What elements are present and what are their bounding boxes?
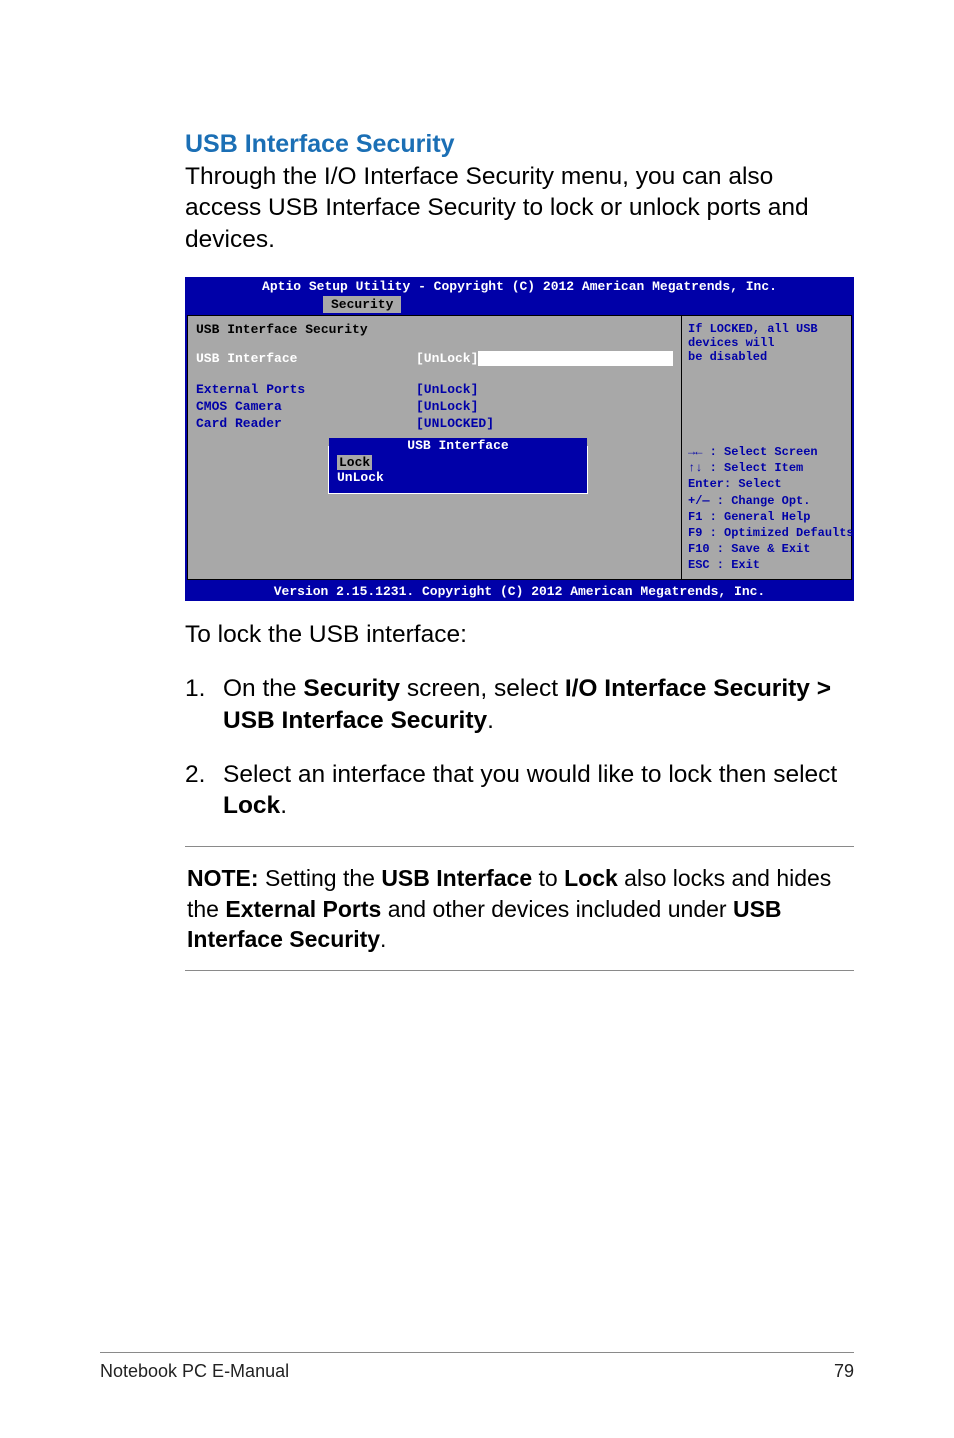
bios-section-title: USB Interface Security xyxy=(196,322,673,337)
bios-popup-option-lock[interactable]: Lock xyxy=(337,455,372,470)
bios-popup-option-unlock[interactable]: UnLock xyxy=(337,470,579,485)
nav-line: F10 : Save & Exit xyxy=(688,541,845,557)
intro-paragraph: Through the I/O Interface Security menu,… xyxy=(185,161,854,255)
list-item: 2. Select an interface that you would li… xyxy=(185,759,854,823)
bios-row-card-reader[interactable]: Card Reader [UNLOCKED] xyxy=(196,416,673,431)
after-image-text: To lock the USB interface: xyxy=(185,619,854,650)
bios-screenshot: Aptio Setup Utility - Copyright (C) 2012… xyxy=(185,277,854,601)
list-body: On the Security screen, select I/O Inter… xyxy=(223,673,854,737)
bold: External Ports xyxy=(225,896,381,922)
text: to xyxy=(532,865,564,891)
bios-row-usb-interface[interactable]: USB Interface [UnLock] xyxy=(196,351,673,366)
bios-header: Aptio Setup Utility - Copyright (C) 2012… xyxy=(185,277,854,296)
list-number: 2. xyxy=(185,759,223,823)
bold: Lock xyxy=(564,865,618,891)
list-item: 1. On the Security screen, select I/O In… xyxy=(185,673,854,737)
list-body: Select an interface that you would like … xyxy=(223,759,854,823)
bold: USB Interface xyxy=(381,865,532,891)
bios-label: External Ports xyxy=(196,382,416,397)
bios-value: [UnLock] xyxy=(416,399,478,414)
nav-line: Enter: Select xyxy=(688,476,845,492)
text: screen, select xyxy=(400,675,565,702)
text: Setting the xyxy=(259,865,382,891)
bios-help-line: If LOCKED, all USB xyxy=(688,322,845,336)
bios-value: [UNLOCKED] xyxy=(416,416,494,431)
page-footer: Notebook PC E-Manual 79 xyxy=(100,1352,854,1382)
footer-page-number: 79 xyxy=(834,1361,854,1382)
numbered-list: 1. On the Security screen, select I/O In… xyxy=(185,673,854,822)
text: . xyxy=(487,707,494,734)
bios-nav-help: →← : Select Screen ↑↓ : Select Item Ente… xyxy=(688,444,845,574)
bios-footer: Version 2.15.1231. Copyright (C) 2012 Am… xyxy=(185,582,854,601)
bios-value: [UnLock] xyxy=(416,382,478,397)
list-number: 1. xyxy=(185,673,223,737)
bios-label: USB Interface xyxy=(196,351,416,366)
bios-popup-title: USB Interface xyxy=(329,438,587,453)
bold: Lock xyxy=(223,792,280,819)
nav-line: ESC : Exit xyxy=(688,557,845,573)
bold: Security xyxy=(303,675,400,702)
bios-value: [UnLock] xyxy=(416,351,478,366)
bios-row-external-ports[interactable]: External Ports [UnLock] xyxy=(196,382,673,397)
bios-popup-title-text: USB Interface xyxy=(403,438,512,453)
bios-tab-security[interactable]: Security xyxy=(323,296,401,313)
bios-tab-row: Security xyxy=(185,296,854,313)
bios-main-panel: USB Interface Security USB Interface [Un… xyxy=(187,315,682,581)
note-box: NOTE: Setting the USB Interface to Lock … xyxy=(185,846,854,971)
nav-line: F1 : General Help xyxy=(688,509,845,525)
text: and other devices included under xyxy=(381,896,733,922)
bios-popup: USB Interface Lock UnLock xyxy=(328,446,588,494)
text: . xyxy=(280,792,287,819)
nav-line: +/— : Change Opt. xyxy=(688,493,845,509)
bios-help-line: devices will xyxy=(688,336,845,350)
bios-label: CMOS Camera xyxy=(196,399,416,414)
nav-line: →← : Select Screen xyxy=(688,444,845,460)
note-label: NOTE: xyxy=(187,865,259,891)
text: . xyxy=(380,926,386,952)
nav-line: F9 : Optimized Defaults xyxy=(688,525,845,541)
bios-help-panel: If LOCKED, all USB devices will be disab… xyxy=(682,315,852,581)
section-heading: USB Interface Security xyxy=(185,130,854,159)
footer-title: Notebook PC E-Manual xyxy=(100,1361,289,1382)
bios-label: Card Reader xyxy=(196,416,416,431)
text: On the xyxy=(223,675,303,702)
bios-row-cmos-camera[interactable]: CMOS Camera [UnLock] xyxy=(196,399,673,414)
text: Select an interface that you would like … xyxy=(223,761,837,788)
bios-help-line: be disabled xyxy=(688,350,845,364)
nav-line: ↑↓ : Select Item xyxy=(688,460,845,476)
